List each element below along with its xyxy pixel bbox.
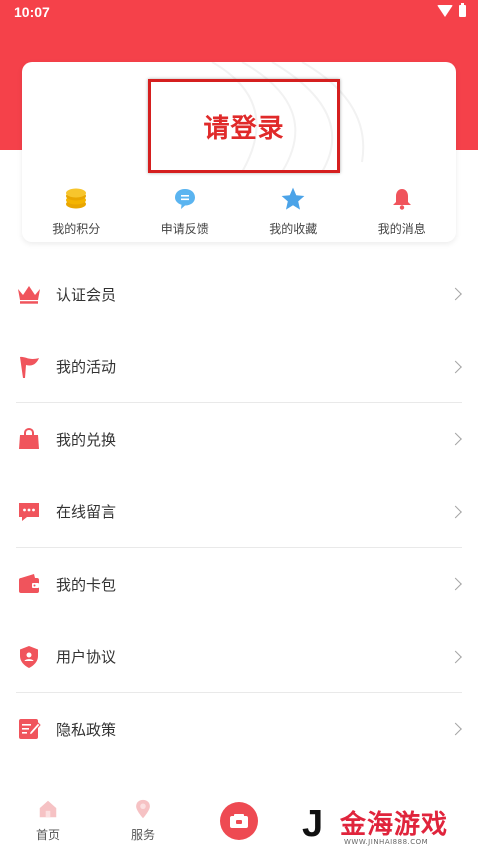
quick-action-label: 我的消息 <box>377 222 426 236</box>
wifi-icon <box>437 5 453 17</box>
bell-icon <box>390 186 414 212</box>
tab-home[interactable]: 首页 <box>18 798 78 843</box>
quick-action-label: 我的积分 <box>52 222 101 236</box>
tab-service[interactable]: 服务 <box>113 798 173 843</box>
status-time: 10:07 <box>14 4 50 20</box>
menu-item-label: 我的活动 <box>56 358 117 377</box>
quick-action-points[interactable]: 我的积分 <box>22 186 131 237</box>
menu-item-online-message[interactable]: 在线留言 <box>16 476 462 549</box>
menu-item-label: 在线留言 <box>56 503 117 522</box>
watermark-logo: J 金海游戏 WWW.JINHAI888.COM <box>300 800 470 850</box>
menu-item-membership[interactable]: 认证会员 <box>16 258 462 331</box>
quick-action-favorites[interactable]: 我的收藏 <box>239 186 348 237</box>
ticket-icon <box>230 814 248 828</box>
menu-item-label: 我的卡包 <box>56 575 117 594</box>
quick-action-label: 我的收藏 <box>269 222 318 236</box>
profile-card: 请登录 我的积分 申请反馈 我的收藏 我的消息 <box>22 62 456 242</box>
chevron-right-icon <box>449 432 462 446</box>
quick-action-feedback[interactable]: 申请反馈 <box>131 186 240 237</box>
menu-list: 认证会员 我的活动 我的兑换 在线留言 我的卡包 用户协议 隐私政策 <box>16 258 462 766</box>
quick-action-messages[interactable]: 我的消息 <box>348 186 457 237</box>
chevron-right-icon <box>449 722 462 736</box>
tab-label: 服务 <box>130 828 155 842</box>
chevron-right-icon <box>449 505 462 519</box>
coins-icon <box>64 186 88 212</box>
chevron-right-icon <box>449 360 462 374</box>
service-icon <box>136 799 150 819</box>
menu-item-label: 认证会员 <box>56 285 117 304</box>
document-edit-icon <box>16 716 42 742</box>
shopping-bag-icon <box>16 426 42 452</box>
watermark-text: 金海游戏 <box>340 810 449 840</box>
chevron-right-icon <box>449 287 462 301</box>
watermark-mark: J <box>302 803 324 845</box>
message-icon <box>16 499 42 525</box>
shield-user-icon <box>16 644 42 670</box>
menu-item-user-agreement[interactable]: 用户协议 <box>16 621 462 694</box>
wallet-icon <box>16 571 42 597</box>
login-label: 请登录 <box>203 113 285 144</box>
menu-item-activities[interactable]: 我的活动 <box>16 331 462 404</box>
menu-item-label: 用户协议 <box>56 648 117 667</box>
watermark-url: WWW.JINHAI888.COM <box>344 838 429 846</box>
status-bar: 10:07 <box>0 0 478 26</box>
menu-item-card-wallet[interactable]: 我的卡包 <box>16 548 462 621</box>
home-icon <box>39 800 57 818</box>
login-button[interactable]: 请登录 <box>148 79 340 173</box>
star-icon <box>280 186 306 212</box>
quick-actions: 我的积分 申请反馈 我的收藏 我的消息 <box>22 186 456 237</box>
menu-item-privacy-policy[interactable]: 隐私政策 <box>16 693 462 766</box>
crown-icon <box>16 281 42 307</box>
menu-item-exchange[interactable]: 我的兑换 <box>16 403 462 476</box>
chevron-right-icon <box>449 650 462 664</box>
menu-item-label: 隐私政策 <box>56 720 117 739</box>
flag-icon <box>16 354 42 380</box>
chevron-right-icon <box>449 577 462 591</box>
tab-label: 首页 <box>35 828 60 842</box>
battery-icon <box>459 3 466 17</box>
quick-action-label: 申请反馈 <box>160 222 209 236</box>
chat-bubble-icon <box>173 186 197 212</box>
menu-item-label: 我的兑换 <box>56 430 117 449</box>
center-action-button[interactable] <box>220 802 258 840</box>
